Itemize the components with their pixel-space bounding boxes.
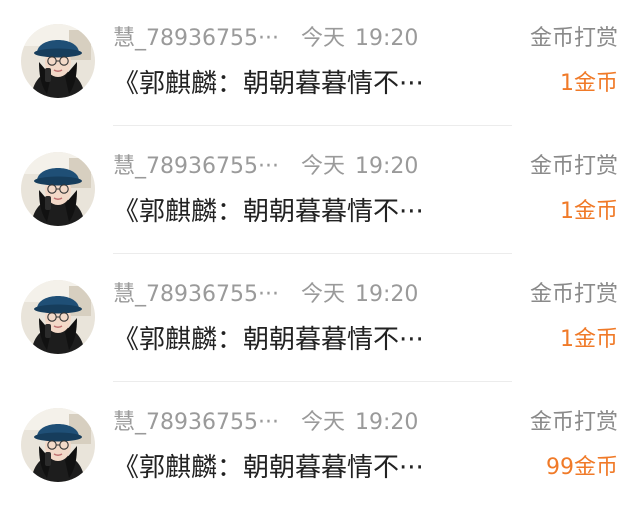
tip-type-label: 金币打赏	[529, 282, 618, 307]
tip-meta: 慧_78936755··· 今天 19:20	[113, 406, 418, 440]
article-title[interactable]: 《郭麒麟：朝朝暮暮情不···	[113, 192, 424, 232]
tip-amount: 1金币	[560, 327, 618, 352]
tip-date: 今天	[300, 26, 345, 51]
avatar[interactable]	[21, 280, 95, 354]
tip-type-label: 金币打赏	[529, 154, 618, 179]
row-divider	[113, 381, 512, 382]
tip-time: 19:20	[354, 410, 419, 435]
tip-date: 今天	[300, 282, 345, 307]
article-title[interactable]: 《郭麒麟：朝朝暮暮情不···	[113, 64, 424, 104]
username[interactable]: 慧_78936755···	[113, 150, 279, 184]
user-avatar-photo-icon	[21, 280, 95, 354]
username[interactable]: 慧_78936755···	[113, 278, 279, 312]
article-title[interactable]: 《郭麒麟：朝朝暮暮情不···	[113, 320, 424, 360]
list-item[interactable]: 慧_78936755··· 今天 19:20 《郭麒麟：朝朝暮暮情不··· 金币打赏…	[0, 256, 640, 384]
avatar[interactable]	[21, 408, 95, 482]
tip-meta: 慧_78936755··· 今天 19:20	[113, 22, 418, 56]
tip-time: 19:20	[354, 154, 419, 179]
list-item[interactable]: 慧_78936755··· 今天 19:20 《郭麒麟：朝朝暮暮情不··· 金币打赏…	[0, 384, 640, 512]
username[interactable]: 慧_78936755···	[113, 22, 279, 56]
tip-meta: 慧_78936755··· 今天 19:20	[113, 278, 418, 312]
row-divider	[113, 125, 512, 126]
tip-date: 今天	[300, 410, 345, 435]
tip-type-label: 金币打赏	[529, 26, 618, 51]
tip-meta: 慧_78936755··· 今天 19:20	[113, 150, 418, 184]
avatar[interactable]	[21, 152, 95, 226]
tip-amount: 1金币	[560, 199, 618, 224]
article-title[interactable]: 《郭麒麟：朝朝暮暮情不···	[113, 448, 424, 488]
user-avatar-photo-icon	[21, 408, 95, 482]
tip-type-label: 金币打赏	[529, 410, 618, 435]
username[interactable]: 慧_78936755···	[113, 406, 279, 440]
user-avatar-photo-icon	[21, 152, 95, 226]
avatar[interactable]	[21, 24, 95, 98]
tip-amount: 99金币	[546, 455, 618, 480]
user-avatar-photo-icon	[21, 24, 95, 98]
tip-record-list: 慧_78936755··· 今天 19:20 《郭麒麟：朝朝暮暮情不··· 金币打赏…	[0, 0, 640, 513]
list-item[interactable]: 慧_78936755··· 今天 19:20 《郭麒麟：朝朝暮暮情不··· 金币打赏…	[0, 128, 640, 256]
tip-time: 19:20	[354, 282, 419, 307]
row-divider	[113, 253, 512, 254]
tip-amount: 1金币	[560, 71, 618, 96]
tip-time: 19:20	[354, 26, 419, 51]
tip-date: 今天	[300, 154, 345, 179]
list-item[interactable]: 慧_78936755··· 今天 19:20 《郭麒麟：朝朝暮暮情不··· 金币打赏…	[0, 0, 640, 128]
